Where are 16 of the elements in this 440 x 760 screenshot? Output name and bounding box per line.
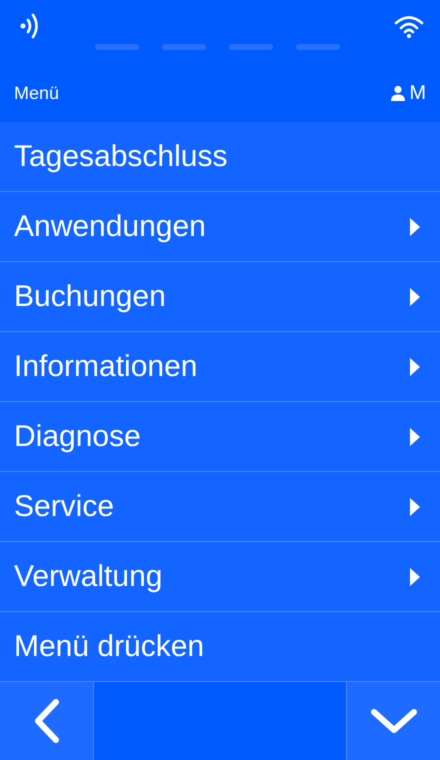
menu-item[interactable]: Anwendungen bbox=[0, 192, 440, 262]
menu-item[interactable]: Menü drücken bbox=[0, 612, 440, 682]
user-icon bbox=[390, 85, 406, 101]
wifi-icon bbox=[394, 14, 424, 38]
chevron-left-icon bbox=[32, 698, 60, 744]
menu-item[interactable]: Informationen bbox=[0, 332, 440, 402]
user-initial: M bbox=[409, 81, 426, 106]
menu-item[interactable]: Buchungen bbox=[0, 262, 440, 332]
menu-item[interactable]: Tagesabschluss bbox=[0, 122, 440, 192]
menu-title: Menü bbox=[14, 82, 60, 104]
menu-item[interactable]: Service bbox=[0, 472, 440, 542]
chevron-down-icon bbox=[370, 707, 418, 735]
menu-item[interactable]: Verwaltung bbox=[0, 542, 440, 612]
scroll-down-button[interactable] bbox=[346, 682, 440, 760]
back-button[interactable] bbox=[0, 682, 94, 760]
menu-item[interactable]: Diagnose bbox=[0, 402, 440, 472]
